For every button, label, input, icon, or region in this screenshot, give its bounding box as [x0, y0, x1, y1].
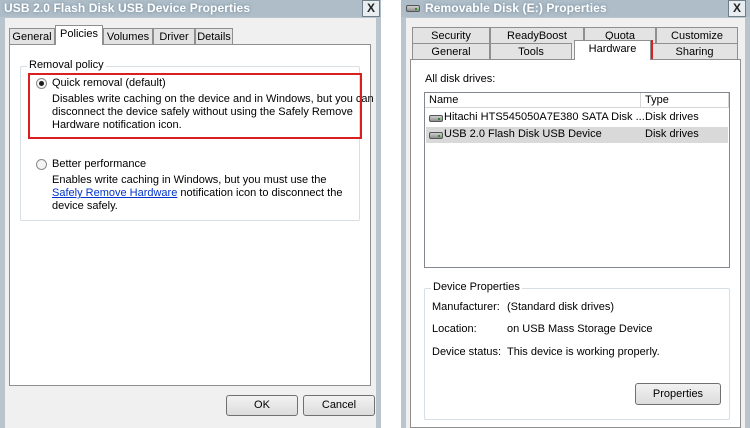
policies-tab-panel: Removal policy Quick removal (default) D…	[9, 44, 374, 386]
tab-readyboost[interactable]: ReadyBoost	[490, 27, 584, 44]
drive-type: Disk drives	[645, 111, 699, 123]
better-performance-description-line2-rest: notification icon to disconnect the	[177, 187, 343, 199]
usb-drive-icon	[429, 132, 443, 139]
tab-policies[interactable]: Policies	[55, 25, 103, 45]
close-button[interactable]: X	[728, 0, 746, 17]
disk-drives-list[interactable]: Name Type Hitachi HTS545050A7E380 SATA D…	[424, 92, 730, 268]
tab-volumes[interactable]: Volumes	[103, 28, 153, 45]
properties-button[interactable]: Properties	[635, 383, 721, 405]
better-performance-description-line1: Enables write caching in Windows, but yo…	[52, 174, 327, 186]
better-performance-radio[interactable]	[36, 159, 47, 170]
column-header-name[interactable]: Name	[425, 93, 641, 108]
close-button[interactable]: X	[362, 0, 380, 17]
location-value: on USB Mass Storage Device	[507, 323, 653, 335]
better-performance-description-line3: device safely.	[52, 200, 118, 212]
tab-details[interactable]: Details	[195, 28, 233, 45]
manufacturer-label: Manufacturer:	[432, 301, 500, 313]
tab-driver[interactable]: Driver	[153, 28, 195, 45]
all-disk-drives-label: All disk drives:	[425, 73, 496, 85]
drive-type: Disk drives	[645, 128, 699, 140]
removable-disk-properties-window: Removable Disk (E:) Properties X Securit…	[401, 0, 750, 428]
device-status-label: Device status:	[432, 346, 502, 358]
tab-hardware[interactable]: Hardware	[574, 40, 651, 60]
dialog-client-area: Security ReadyBoost Quota Customize Gene…	[406, 18, 745, 428]
device-properties-title: Device Properties	[431, 281, 522, 293]
highlight-box-quick-removal	[28, 73, 362, 139]
dialog-client-area: General Policies Volumes Driver Details …	[5, 18, 376, 428]
tab-customize[interactable]: Customize	[656, 27, 738, 44]
removal-policy-label: Removal policy	[27, 59, 106, 71]
better-performance-description-line2: Safely Remove Hardware notification icon…	[52, 187, 342, 200]
title-bar: USB 2.0 Flash Disk USB Device Properties…	[0, 0, 381, 17]
drive-name: Hitachi HTS545050A7E380 SATA Disk ...	[444, 111, 645, 123]
hardware-tab-panel: All disk drives: Name Type Hitachi HTS54…	[410, 59, 741, 428]
safely-remove-hardware-link[interactable]: Safely Remove Hardware	[52, 187, 177, 199]
list-item[interactable]: Hitachi HTS545050A7E380 SATA Disk ... Di…	[426, 110, 728, 126]
hard-disk-icon	[429, 115, 443, 122]
location-label: Location:	[432, 323, 477, 335]
better-performance-label[interactable]: Better performance	[52, 158, 146, 171]
window-title: USB 2.0 Flash Disk USB Device Properties	[4, 1, 251, 15]
list-item[interactable]: USB 2.0 Flash Disk USB Device Disk drive…	[426, 127, 728, 143]
drive-icon	[406, 3, 420, 13]
window-title: Removable Disk (E:) Properties	[425, 1, 607, 15]
title-bar: Removable Disk (E:) Properties X	[401, 0, 750, 17]
tab-security[interactable]: Security	[412, 27, 490, 44]
tab-tools[interactable]: Tools	[490, 43, 572, 60]
column-header-type[interactable]: Type	[641, 93, 729, 108]
tab-sharing[interactable]: Sharing	[651, 43, 738, 60]
ok-button[interactable]: OK	[226, 395, 298, 416]
tab-general[interactable]: General	[9, 28, 55, 45]
tab-general[interactable]: General	[412, 43, 490, 60]
drive-name: USB 2.0 Flash Disk USB Device	[444, 128, 602, 140]
manufacturer-value: (Standard disk drives)	[507, 301, 614, 313]
usb-device-properties-window: USB 2.0 Flash Disk USB Device Properties…	[0, 0, 381, 428]
cancel-button[interactable]: Cancel	[303, 395, 375, 416]
device-status-value: This device is working properly.	[507, 346, 660, 358]
image-divider	[381, 0, 401, 428]
